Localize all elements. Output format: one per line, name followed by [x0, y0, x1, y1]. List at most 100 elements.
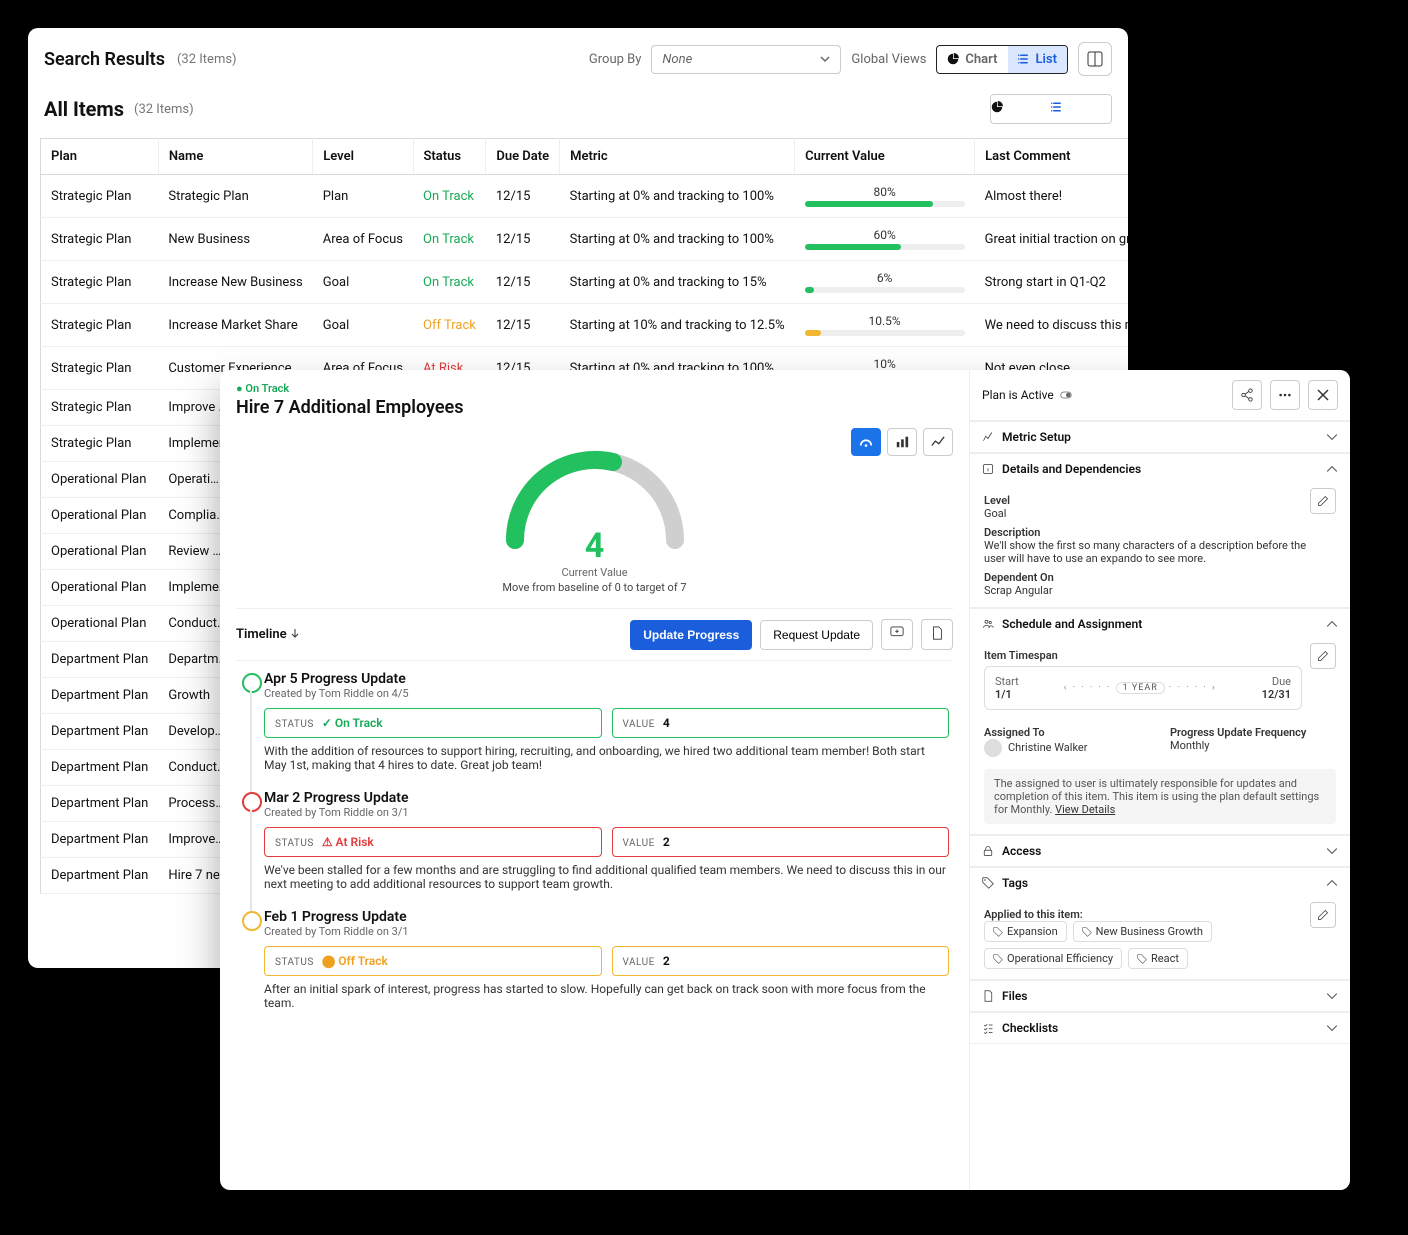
column-header[interactable]: Status [413, 139, 486, 175]
progress-bar [805, 201, 965, 207]
update-body: After an initial spark of interest, prog… [264, 982, 949, 1010]
columns-icon [1087, 51, 1103, 67]
lock-icon [982, 845, 994, 857]
line-icon [931, 435, 945, 449]
avatar [984, 739, 1002, 757]
edit-schedule-button[interactable] [1310, 643, 1336, 669]
tag-chip[interactable]: Expansion [984, 921, 1067, 942]
group-by-select[interactable]: None [651, 45, 841, 74]
close-button[interactable] [1308, 380, 1338, 410]
chevron-down-icon [820, 54, 830, 64]
progress-label: 6% [805, 271, 965, 285]
description-label: Description [984, 526, 1310, 539]
request-update-button[interactable]: Request Update [760, 620, 873, 650]
share-button[interactable] [1232, 380, 1262, 410]
group-by-value: None [662, 52, 692, 67]
update-title: Feb 1 Progress Update [264, 909, 949, 925]
column-header[interactable]: Plan [41, 139, 159, 175]
mini-chart-button[interactable] [991, 95, 1051, 123]
table-row[interactable]: Strategic PlanNew BusinessArea of FocusO… [41, 218, 1129, 261]
frequency-value: Monthly [1170, 739, 1336, 752]
detail-title: Hire 7 Additional Employees [236, 397, 953, 418]
gauge-value: 4 [236, 526, 953, 566]
list-view-button[interactable]: List [1008, 46, 1067, 73]
group-by-label: Group By [589, 52, 642, 67]
item-detail-panel: ● On Track Hire 7 Additional Employees 4… [220, 370, 1350, 1190]
column-header[interactable]: Last Comment [975, 139, 1128, 175]
description-value: We'll show the first so many characters … [984, 539, 1310, 565]
metric-setup-accordion[interactable]: Metric Setup [970, 421, 1350, 453]
table-row[interactable]: Strategic PlanIncrease Market ShareGoalO… [41, 304, 1129, 347]
timeline-toolbar: Timeline Update Progress Request Update [236, 608, 953, 661]
plan-active-label: Plan is Active [982, 388, 1072, 402]
column-header[interactable]: Name [158, 139, 312, 175]
table-row[interactable]: Strategic PlanStrategic PlanPlanOn Track… [41, 175, 1129, 218]
update-status-box: STATUS⚠ At Risk [264, 827, 602, 857]
gauge-icon [859, 435, 873, 449]
progress-label: 80% [805, 185, 965, 199]
tags-list: Expansion New Business Growth Operational … [984, 921, 1302, 969]
close-icon [1317, 389, 1329, 401]
timespan-widget: Start1/1 ‹ · · · · · 1 YEAR · · · · · › … [984, 666, 1302, 710]
chevron-down-icon [1326, 1022, 1338, 1034]
progress-label: 10% [805, 357, 965, 371]
column-header[interactable]: Due Date [486, 139, 560, 175]
access-accordion[interactable]: Access [970, 835, 1350, 867]
add-update-button[interactable] [881, 619, 913, 650]
tag-icon [982, 877, 994, 889]
card-header: Search Results (32 Items) Group By None … [28, 28, 1128, 82]
export-button[interactable] [921, 619, 953, 650]
detail-status-badge: ● On Track [236, 382, 953, 395]
gauge-label: Current Value [236, 566, 953, 579]
updates-list: Apr 5 Progress Update Created by Tom Rid… [236, 671, 953, 1028]
update-title: Mar 2 Progress Update [264, 790, 949, 806]
update-subtitle: Created by Tom Riddle on 4/5 [264, 687, 949, 700]
update-body: With the addition of resources to suppor… [264, 744, 949, 772]
pencil-icon [1317, 650, 1329, 662]
dependent-value: Scrap Angular [984, 584, 1310, 597]
tags-accordion: Tags Applied to this item: ExpansionNew … [970, 867, 1350, 980]
update-progress-button[interactable]: Update Progress [630, 620, 752, 650]
column-header[interactable]: Level [313, 139, 413, 175]
update-status-box: STATUS⬤ Off Track [264, 946, 602, 976]
global-views-label: Global Views [851, 52, 926, 67]
schedule-accordion: Schedule and Assignment Item Timespan St… [970, 608, 1350, 835]
tag-icon [1137, 954, 1147, 964]
dependent-label: Dependent On [984, 571, 1310, 584]
bar-view-button[interactable] [887, 428, 917, 456]
page-title: Search Results [44, 49, 165, 70]
column-header[interactable]: Metric [560, 139, 795, 175]
people-icon [982, 618, 994, 630]
table-row[interactable]: Strategic PlanIncrease New BusinessGoalO… [41, 261, 1129, 304]
chevron-up-icon [1326, 877, 1338, 889]
tag-chip[interactable]: Operational Efficiency [984, 948, 1122, 969]
columns-button[interactable] [1078, 42, 1112, 76]
edit-tags-button[interactable] [1310, 902, 1336, 928]
line-view-button[interactable] [923, 428, 953, 456]
files-accordion[interactable]: Files [970, 980, 1350, 1012]
toggle-icon [1060, 389, 1072, 401]
level-label: Level [984, 494, 1310, 507]
gauge-note: Move from baseline of 0 to target of 7 [236, 581, 953, 594]
all-items-header: All Items (32 Items) [28, 82, 1128, 130]
column-header[interactable]: Current Value [795, 139, 975, 175]
checklists-accordion[interactable]: Checklists [970, 1012, 1350, 1044]
progress-bar [805, 330, 965, 336]
update-value-box: VALUE4 [612, 708, 950, 738]
arrow-down-icon [290, 628, 300, 638]
info-icon [982, 463, 994, 475]
edit-details-button[interactable] [1310, 488, 1336, 514]
gauge-view-button[interactable] [851, 428, 881, 456]
more-button[interactable] [1270, 380, 1300, 410]
tag-chip[interactable]: React [1128, 948, 1188, 969]
checklist-icon [982, 1022, 994, 1034]
chart-view-button[interactable]: Chart [937, 46, 1007, 73]
list-icon [1051, 101, 1063, 113]
dots-icon [1278, 388, 1292, 402]
gauge-section: 4 Current Value Move from baseline of 0 … [236, 430, 953, 594]
tag-chip[interactable]: New Business Growth [1073, 921, 1212, 942]
mini-view-segment [990, 94, 1112, 124]
mini-list-button[interactable] [1051, 95, 1111, 123]
progress-bar [805, 287, 965, 293]
view-details-link[interactable]: View Details [1055, 803, 1115, 816]
